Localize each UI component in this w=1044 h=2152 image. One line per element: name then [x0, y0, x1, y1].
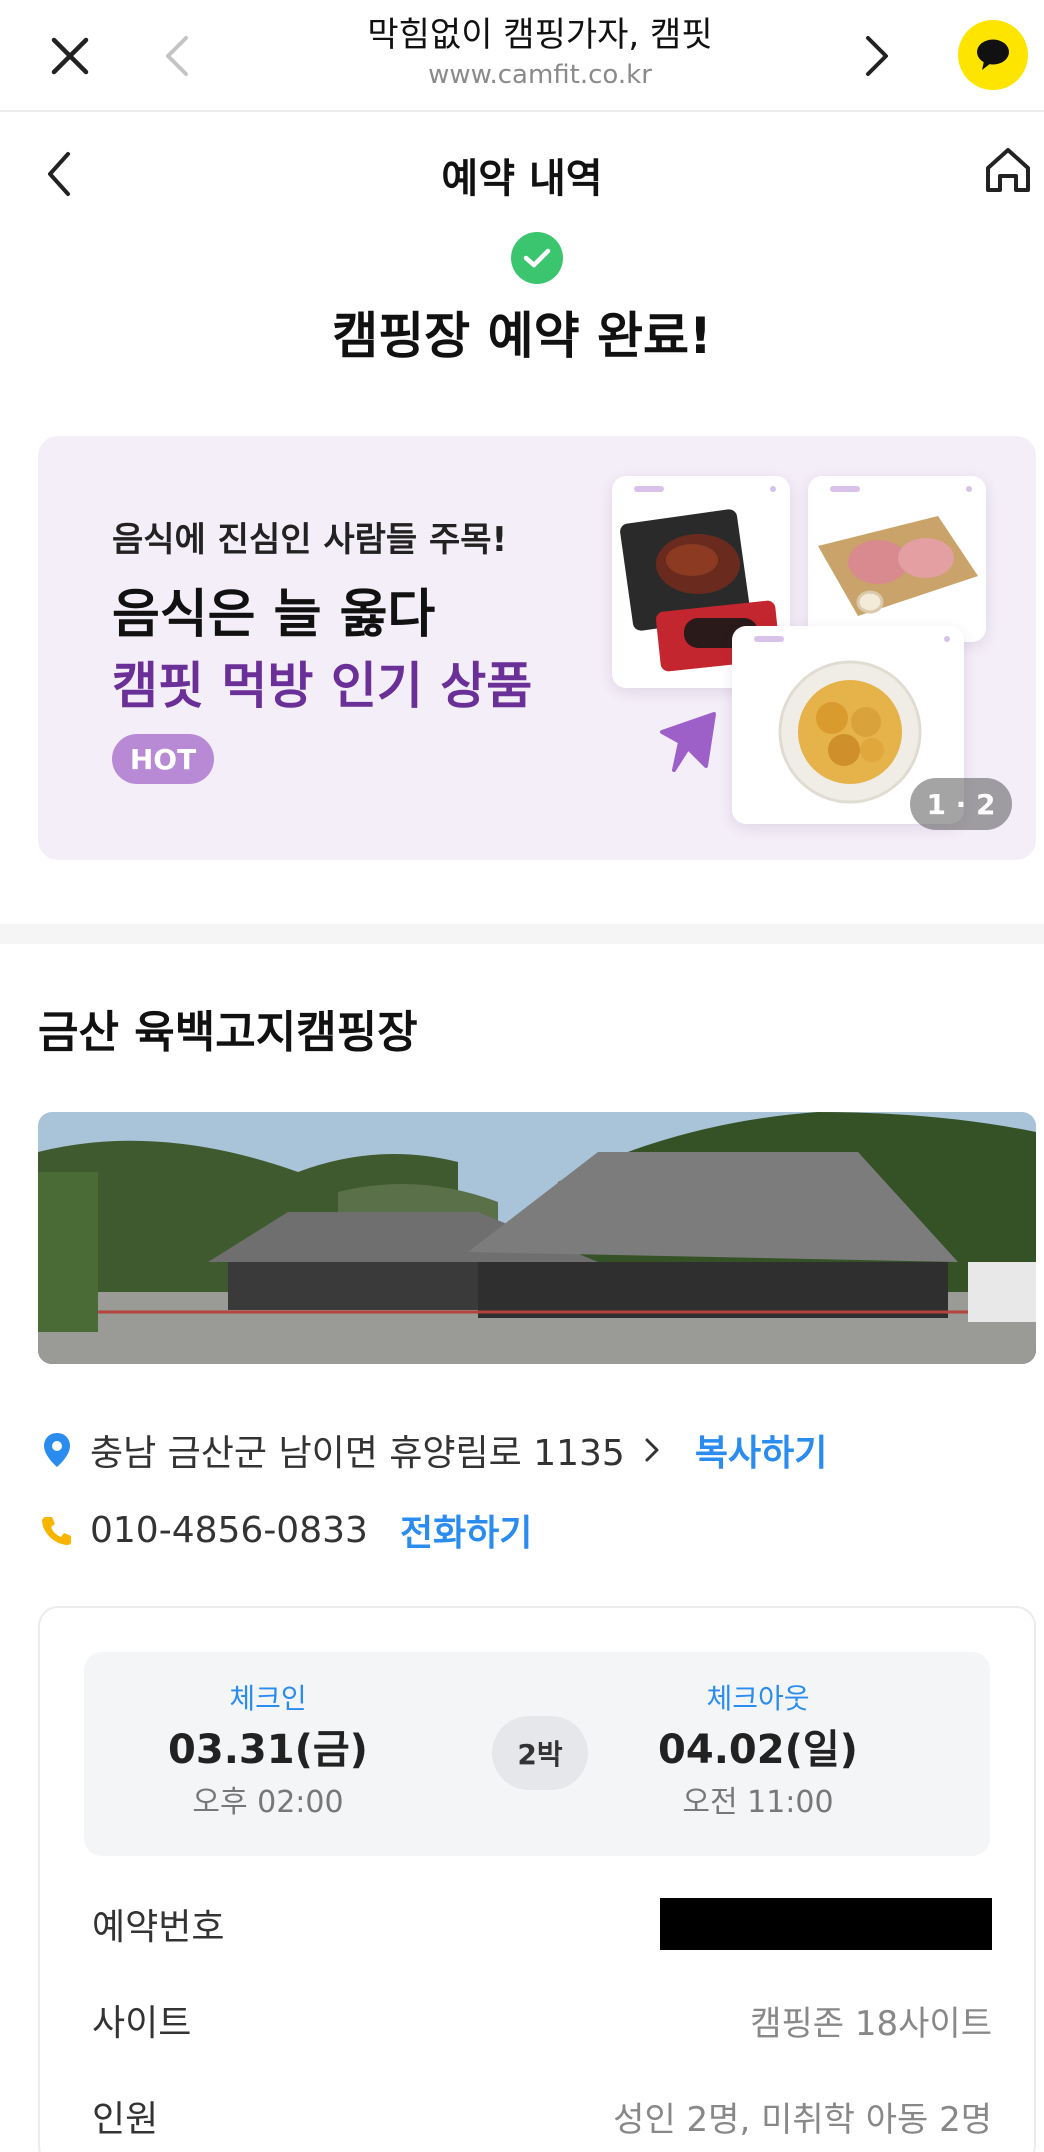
section-divider	[0, 924, 1044, 944]
campsite-name: 금산 육백고지캠핑장	[38, 1007, 418, 1058]
kakaotalk-button[interactable]	[958, 20, 1028, 90]
home-icon[interactable]	[980, 142, 1036, 198]
chevron-right-icon[interactable]	[641, 1435, 663, 1465]
page-header: 예약 내역	[0, 112, 1044, 232]
address-row: 충남 금산군 남이면 휴양림로 1135 복사하기	[38, 1424, 827, 1476]
checkin-label: 체크인	[229, 1682, 307, 1715]
stay-dates-box: 체크인 03.31(금) 오후 02:00 2박 체크아웃 04.02(일) 오…	[84, 1652, 990, 1856]
site-label: 사이트	[92, 2003, 192, 2044]
check-circle-icon	[511, 232, 563, 284]
banner-page-counter: 1 · 2	[910, 778, 1012, 830]
guests-value: 성인 2명, 미취학 아동 2명	[613, 2099, 992, 2140]
reservation-number-row: 예약번호	[92, 1898, 992, 1950]
checkin-date: 03.31(금)	[168, 1727, 368, 1773]
page-title: 예약 내역	[441, 156, 603, 202]
campsite-photo	[38, 1112, 1036, 1364]
call-button[interactable]: 전화하기	[400, 1504, 532, 1556]
product-card-pork	[808, 476, 986, 642]
reservation-number-label: 예약번호	[92, 1907, 225, 1948]
banner-accent-line: 캠핏 먹방 인기 상품	[112, 657, 533, 715]
pork-product-image	[818, 516, 978, 616]
browser-title: 막힘없이 캠핑가자, 캠핏	[367, 15, 713, 55]
site-value: 캠핑존 18사이트	[750, 2003, 992, 2044]
nights-badge: 2박	[492, 1716, 588, 1790]
confirmation-title: 캠핑장 예약 완료!	[332, 307, 712, 365]
in-app-browser-bar: 막힘없이 캠핑가자, 캠핏 www.camfit.co.kr	[0, 0, 1044, 112]
kakaotalk-icon	[977, 39, 1009, 70]
phone-icon	[38, 1510, 76, 1550]
guests-row: 인원 성인 2명, 미취학 아동 2명	[92, 2090, 992, 2142]
forward-arrow-icon[interactable]	[856, 30, 896, 82]
checkin-block: 체크인 03.31(금) 오후 02:00	[118, 1680, 418, 1824]
guests-label: 인원	[92, 2099, 159, 2140]
redacted-reservation-number	[660, 1898, 992, 1950]
copy-address-button[interactable]: 복사하기	[695, 1424, 827, 1476]
campsite-address: 충남 금산군 남이면 휴양림로 1135	[90, 1433, 625, 1474]
back-arrow-icon[interactable]	[158, 30, 198, 82]
phone-row: 010-4856-0833 전화하기	[38, 1504, 532, 1556]
checkout-label: 체크아웃	[706, 1682, 810, 1715]
hot-badge: HOT	[112, 734, 214, 784]
close-icon[interactable]	[44, 30, 96, 82]
promo-banner[interactable]: 음식에 진심인 사람들 주목! 음식은 늘 옳다 캠핏 먹방 인기 상품 HOT	[38, 436, 1036, 860]
site-row: 사이트 캠핑존 18사이트	[92, 1994, 992, 2046]
checkout-time: 오전 11:00	[682, 1785, 834, 1820]
cursor-arrow-icon	[660, 712, 716, 772]
banner-subtitle: 음식에 진심인 사람들 주목!	[112, 520, 508, 560]
browser-url: www.camfit.co.kr	[428, 60, 652, 90]
location-pin-icon	[38, 1430, 76, 1470]
reservation-card: 체크인 03.31(금) 오후 02:00 2박 체크아웃 04.02(일) 오…	[38, 1606, 1036, 2152]
checkin-time: 오후 02:00	[192, 1785, 344, 1820]
checkout-block: 체크아웃 04.02(일) 오전 11:00	[608, 1680, 908, 1824]
checkout-date: 04.02(일)	[658, 1727, 858, 1773]
campsite-phone: 010-4856-0833	[90, 1509, 368, 1551]
banner-headline: 음식은 늘 옳다	[112, 585, 436, 645]
browser-title-block: 막힘없이 캠핑가자, 캠핏 www.camfit.co.kr	[260, 12, 820, 92]
